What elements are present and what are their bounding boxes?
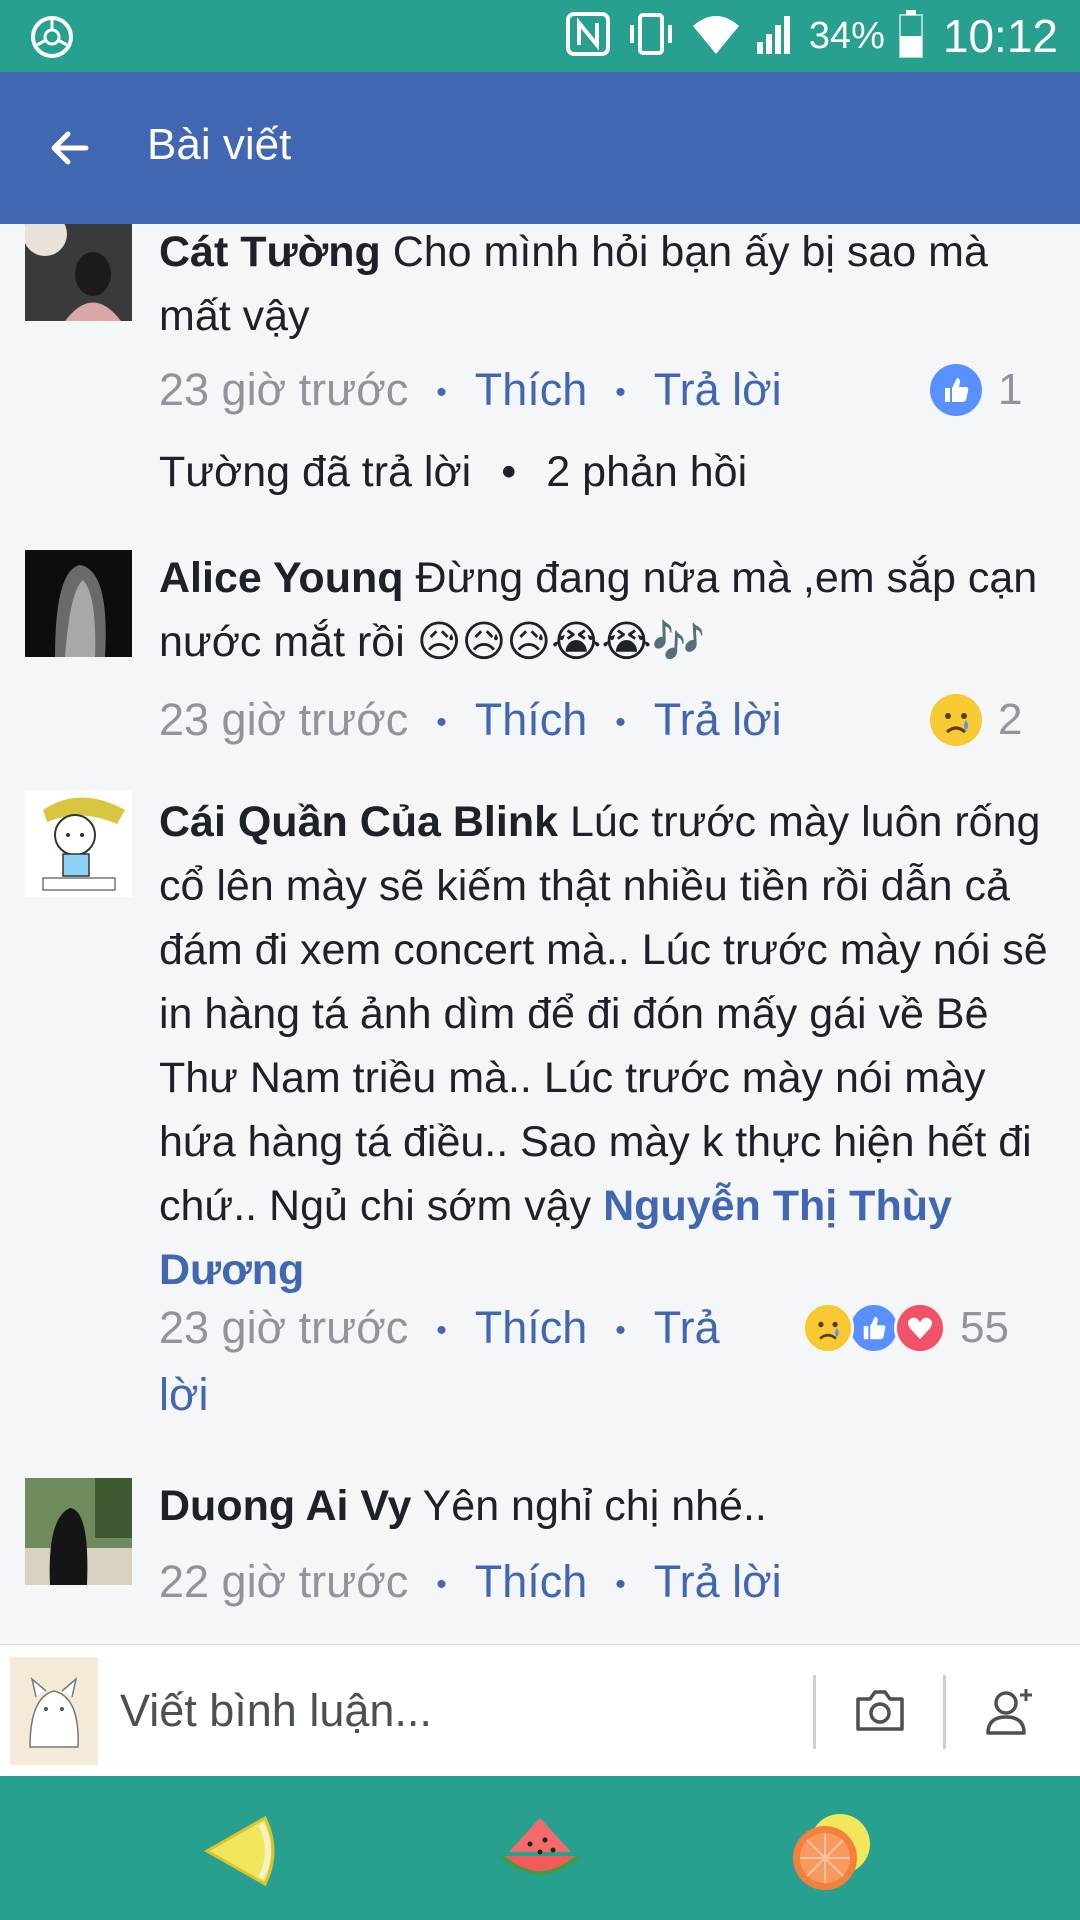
comment-text: Cái Quần Của Blink Lúc trước mày luôn rố… <box>159 790 1059 1302</box>
separator-dot: • <box>436 1314 447 1348</box>
comment-time: 23 giờ trước <box>159 1302 409 1353</box>
divider <box>943 1675 946 1749</box>
comment-list: Cát Tường Cho mình hỏi bạn ấy bị sao mà … <box>0 224 1080 1644</box>
avatar[interactable] <box>25 550 132 657</box>
like-reaction-icon <box>930 364 982 416</box>
comment-body: Yên nghỉ chị nhé.. <box>422 1482 767 1530</box>
separator-dot: • <box>501 448 517 496</box>
view-replies-link[interactable]: Tường đã trả lời • 2 phản hồi <box>159 448 747 497</box>
status-bar: 34% 10:12 <box>0 0 1080 72</box>
reaction-count: 2 <box>998 695 1023 744</box>
comment-composer: Viết bình luận... <box>0 1644 1080 1776</box>
back-nav-button[interactable] <box>195 1806 285 1896</box>
like-button[interactable]: Thích <box>475 1556 588 1607</box>
reply-button[interactable]: Trả lời <box>654 694 782 745</box>
separator-dot: • <box>615 706 626 740</box>
comment-text: Alice Younq Đừng đang nữa mà ,em sắp cạn… <box>159 546 1059 674</box>
tag-friend-button[interactable] <box>980 1681 1040 1741</box>
avatar[interactable] <box>25 224 132 321</box>
love-reaction-icon <box>894 1302 946 1354</box>
sad-reaction-icon <box>930 694 982 746</box>
vibrate-icon <box>625 11 677 62</box>
back-button[interactable] <box>40 118 100 178</box>
comment-input[interactable]: Viết bình luận... <box>120 1685 432 1737</box>
reply-button[interactable]: Trả lời <box>654 364 782 415</box>
comment-author[interactable]: Duong Ai Vy <box>159 1482 411 1530</box>
home-nav-button[interactable] <box>495 1806 585 1896</box>
comment-author[interactable]: Cái Quần Của Blink <box>159 798 558 846</box>
comment-text: Duong Ai Vy Yên nghỉ chị nhé.. <box>159 1474 1059 1538</box>
battery-icon <box>898 9 923 63</box>
camera-icon <box>856 1690 904 1731</box>
comment-time: 23 giờ trước <box>159 364 409 415</box>
reaction-summary[interactable]: 55 <box>802 1302 1009 1354</box>
comment-author[interactable]: Cát Tường <box>159 228 381 276</box>
separator-dot: • <box>436 1568 447 1602</box>
like-button[interactable]: Thích <box>475 1302 588 1353</box>
divider <box>813 1675 816 1749</box>
avatar[interactable] <box>25 790 132 897</box>
camera-button[interactable] <box>850 1681 910 1741</box>
signal-icon <box>755 12 795 61</box>
like-button[interactable]: Thích <box>475 694 588 745</box>
replies-count: 2 phản hồi <box>546 448 748 496</box>
comment-time: 22 giờ trước <box>159 1556 409 1607</box>
reaction-summary[interactable]: 1 <box>930 364 1022 416</box>
orange-recents-icon <box>793 1814 870 1890</box>
comment-body: Lúc trước mày luôn rống cổ lên mày sẽ ki… <box>159 798 1048 1230</box>
reaction-count: 1 <box>998 365 1023 414</box>
clock: 10:12 <box>942 10 1058 62</box>
navigation-bar <box>0 1776 1080 1920</box>
comment-actions: 23 giờ trước • Thích • Trả lời <box>159 360 1059 420</box>
back-arrow-icon <box>51 131 89 165</box>
lemon-back-icon <box>203 1815 275 1887</box>
comment-actions: 23 giờ trước • Thích • Trả lời <box>159 690 1059 750</box>
battery-percent: 34% <box>808 14 885 57</box>
watermelon-home-icon <box>499 1818 581 1875</box>
reaction-count: 55 <box>960 1303 1009 1352</box>
app-notification-icon <box>28 14 78 60</box>
comment-text: Cát Tường Cho mình hỏi bạn ấy bị sao mà … <box>159 224 1059 348</box>
separator-dot: • <box>615 376 626 410</box>
comment-actions: 23 giờ trước • Thích • Trả lời <box>159 1296 779 1424</box>
nfc-icon <box>565 11 611 62</box>
comment-time: 23 giờ trước <box>159 694 409 745</box>
reaction-summary[interactable]: 2 <box>930 694 1022 746</box>
like-button[interactable]: Thích <box>475 364 588 415</box>
like-reaction-icon <box>848 1302 900 1354</box>
sad-reaction-icon <box>802 1302 854 1354</box>
wifi-icon <box>691 12 741 61</box>
app-header: Bài viết <box>0 72 1080 224</box>
separator-dot: • <box>436 376 447 410</box>
comment-author[interactable]: Alice Younq <box>159 554 404 602</box>
reply-button[interactable]: Trả lời <box>654 1556 782 1607</box>
recents-nav-button[interactable] <box>785 1806 875 1896</box>
user-avatar <box>10 1657 98 1765</box>
separator-dot: • <box>436 706 447 740</box>
page-title: Bài viết <box>147 120 292 169</box>
separator-dot: • <box>615 1314 626 1348</box>
comment-actions: 22 giờ trước • Thích • Trả lời <box>159 1552 1059 1612</box>
replies-author: Tường đã trả lời <box>159 448 472 496</box>
separator-dot: • <box>615 1568 626 1602</box>
avatar[interactable] <box>25 1478 132 1585</box>
add-person-icon <box>986 1689 1032 1735</box>
